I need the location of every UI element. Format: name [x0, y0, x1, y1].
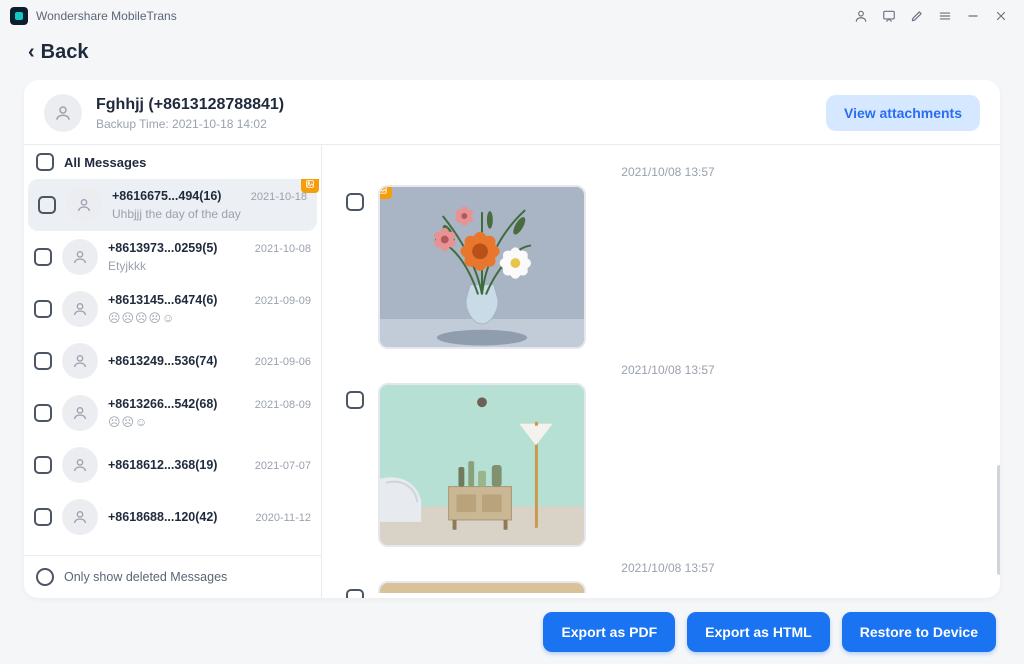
- conversation-number: +8618688...120(42): [108, 510, 217, 524]
- menu-icon[interactable]: [932, 3, 958, 29]
- title-bar: Wondershare MobileTrans: [0, 0, 1024, 32]
- avatar-icon: [66, 187, 102, 223]
- view-attachments-button[interactable]: View attachments: [826, 95, 980, 131]
- app-logo-icon: [10, 7, 28, 25]
- conversation-list: +8616675...494(16) 2021-10-18 Uhbjjj the d…: [24, 179, 321, 555]
- conversation-date: 2021-10-18: [241, 191, 307, 203]
- minimize-icon[interactable]: [960, 3, 986, 29]
- message-image[interactable]: [378, 581, 586, 593]
- conversation-number: +8618612...368(19): [108, 458, 217, 472]
- app-title: Wondershare MobileTrans: [36, 9, 177, 23]
- conversation-preview: Uhbjjj the day of the day: [112, 207, 307, 221]
- avatar-icon: [62, 239, 98, 275]
- close-icon[interactable]: [988, 3, 1014, 29]
- conversation-date: 2021-09-06: [245, 356, 311, 368]
- image-badge-icon: [378, 185, 392, 199]
- message-timestamp: 2021/10/08 13:57: [346, 561, 990, 575]
- conversation-item[interactable]: +8618688...120(42) 2020-11-12: [24, 491, 321, 543]
- main-panel: Fghhjj (+8613128788841) Backup Time: 202…: [24, 80, 1000, 598]
- conversation-checkbox[interactable]: [34, 248, 52, 266]
- conversation-checkbox[interactable]: [38, 196, 56, 214]
- message-timestamp: 2021/10/08 13:57: [346, 165, 990, 179]
- contact-title: Fghhjj (+8613128788841): [96, 96, 284, 114]
- export-pdf-button[interactable]: Export as PDF: [543, 612, 675, 652]
- conversation-checkbox[interactable]: [34, 300, 52, 318]
- message-row: [346, 185, 990, 349]
- conversation-checkbox[interactable]: [34, 352, 52, 370]
- conversation-date: 2020-11-12: [246, 512, 311, 524]
- conversation-date: 2021-10-08: [245, 243, 311, 255]
- conversation-item[interactable]: +8613145...6474(6) 2021-09-09 ☹☹☹☹☺: [24, 283, 321, 335]
- message-checkbox[interactable]: [346, 193, 364, 211]
- conversation-item[interactable]: +8613266...542(68) 2021-08-09 ☹☹☺: [24, 387, 321, 439]
- conversation-item[interactable]: +8616675...494(16) 2021-10-18 Uhbjjj the d…: [28, 179, 317, 231]
- conversation-checkbox[interactable]: [34, 456, 52, 474]
- all-messages-row[interactable]: All Messages: [24, 145, 321, 179]
- edit-icon[interactable]: [904, 3, 930, 29]
- message-checkbox[interactable]: [346, 589, 364, 598]
- action-bar: Export as PDF Export as HTML Restore to …: [543, 612, 996, 652]
- export-html-button[interactable]: Export as HTML: [687, 612, 830, 652]
- conversation-item[interactable]: +8613249...536(74) 2021-09-06: [24, 335, 321, 387]
- message-checkbox[interactable]: [346, 391, 364, 409]
- restore-device-button[interactable]: Restore to Device: [842, 612, 996, 652]
- conversation-date: 2021-08-09: [245, 399, 311, 411]
- conversation-date: 2021-07-07: [245, 460, 311, 472]
- chevron-left-icon: ‹: [28, 41, 35, 64]
- avatar-icon: [62, 395, 98, 431]
- avatar-icon: [62, 343, 98, 379]
- conversation-preview: Etyjkkk: [108, 259, 311, 273]
- conversation-item[interactable]: +8618612...368(19) 2021-07-07: [24, 439, 321, 491]
- backup-time: Backup Time: 2021-10-18 14:02: [96, 117, 284, 131]
- avatar-icon: [62, 291, 98, 327]
- avatar-icon: [62, 499, 98, 535]
- back-button[interactable]: ‹ Back: [0, 32, 1024, 72]
- conversation-date: 2021-09-09: [245, 295, 311, 307]
- contact-avatar-icon: [44, 94, 82, 132]
- message-row: [346, 383, 990, 547]
- conversation-checkbox[interactable]: [34, 404, 52, 422]
- conversation-item[interactable]: +8613973...0259(5) 2021-10-08 Etyjkkk: [24, 231, 321, 283]
- conversation-number: +8613973...0259(5): [108, 241, 217, 255]
- all-messages-label: All Messages: [64, 155, 146, 170]
- conversation-preview: ☹☹☺: [108, 415, 311, 429]
- back-label: Back: [41, 41, 89, 64]
- conversation-number: +8613266...542(68): [108, 397, 217, 411]
- scrollbar[interactable]: [997, 465, 1000, 575]
- avatar-icon: [62, 447, 98, 483]
- panel-header: Fghhjj (+8613128788841) Backup Time: 202…: [24, 80, 1000, 145]
- all-messages-checkbox[interactable]: [36, 153, 54, 171]
- conversation-number: +8613249...536(74): [108, 354, 217, 368]
- conversation-preview: ☹☹☹☹☺: [108, 311, 311, 325]
- conversation-checkbox[interactable]: [34, 508, 52, 526]
- image-badge-icon: [301, 179, 319, 193]
- message-timestamp: 2021/10/08 13:57: [346, 363, 990, 377]
- conversation-number: +8613145...6474(6): [108, 293, 217, 307]
- message-row: [346, 581, 990, 598]
- only-deleted-row[interactable]: Only show deleted Messages: [24, 555, 321, 598]
- message-image[interactable]: [378, 185, 586, 349]
- user-icon[interactable]: [848, 3, 874, 29]
- conversation-sidebar: All Messages +8616675...494(16) 2021-10-1…: [24, 145, 322, 598]
- message-image[interactable]: [378, 383, 586, 547]
- feedback-icon[interactable]: [876, 3, 902, 29]
- message-thread[interactable]: 2021/10/08 13:57: [322, 145, 1000, 598]
- conversation-number: +8616675...494(16): [112, 189, 221, 203]
- only-deleted-label: Only show deleted Messages: [64, 570, 227, 584]
- only-deleted-radio[interactable]: [36, 568, 54, 586]
